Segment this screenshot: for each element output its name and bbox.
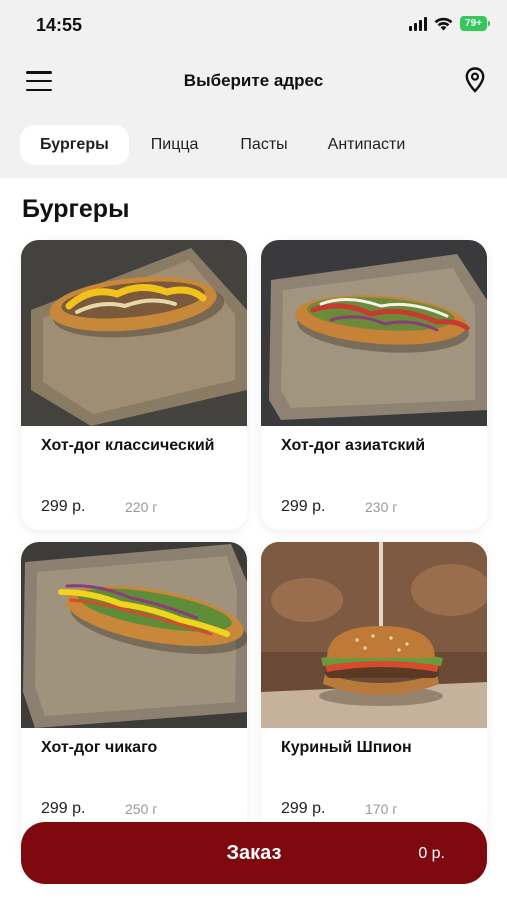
- tab-burgers[interactable]: Бургеры: [20, 125, 129, 165]
- wifi-icon: [434, 17, 453, 30]
- product-card[interactable]: Хот-дог азиатский 299 р. 230 г: [261, 240, 487, 530]
- product-weight: 220 г: [125, 499, 158, 515]
- product-price: 299 р.: [41, 800, 86, 817]
- order-label: Заказ: [226, 842, 282, 864]
- product-card[interactable]: Хот-дог чикаго 299 р. 250 г: [21, 542, 247, 862]
- hotdog-image: [261, 240, 487, 426]
- hotdog-image: [21, 240, 247, 426]
- product-price: 299 р.: [281, 800, 326, 817]
- battery-indicator: 79+: [460, 16, 490, 31]
- address-selector[interactable]: Выберите адрес: [0, 71, 507, 91]
- product-weight: 170 г: [365, 801, 398, 817]
- tab-pasta[interactable]: Пасты: [220, 125, 307, 165]
- cellular-signal-icon: [409, 16, 428, 31]
- product-card[interactable]: Куриный Шпион 299 р. 170 г: [261, 542, 487, 862]
- product-weight: 250 г: [125, 801, 158, 817]
- location-pin-icon[interactable]: [465, 67, 485, 93]
- order-button[interactable]: Заказ 0 р.: [21, 822, 487, 884]
- tab-pizza[interactable]: Пицца: [131, 125, 219, 165]
- app-header: Выберите адрес: [0, 55, 507, 107]
- product-card[interactable]: Хот-дог классический 299 р. 220 г: [21, 240, 247, 530]
- home-indicator: [168, 885, 338, 890]
- product-name: Куриный Шпион: [281, 739, 412, 756]
- status-time: 14:55: [36, 15, 83, 35]
- burger-image: [261, 542, 487, 728]
- product-price: 299 р.: [281, 498, 326, 515]
- status-bar: 14:55 79+: [0, 0, 507, 50]
- order-total: 0 р.: [418, 845, 445, 862]
- product-price: 299 р.: [41, 498, 86, 515]
- tab-antipasti[interactable]: Антипасти: [308, 125, 426, 165]
- section-title: Бургеры: [22, 195, 130, 223]
- hotdog-image: [21, 542, 247, 728]
- category-tabs: Бургеры Пицца Пасты Антипасти: [20, 125, 425, 165]
- product-name: Хот-дог азиатский: [281, 437, 426, 454]
- status-icons: 79+: [409, 16, 490, 31]
- product-weight: 230 г: [365, 499, 398, 515]
- product-name: Хот-дог классический: [41, 437, 215, 454]
- product-name: Хот-дог чикаго: [41, 739, 158, 756]
